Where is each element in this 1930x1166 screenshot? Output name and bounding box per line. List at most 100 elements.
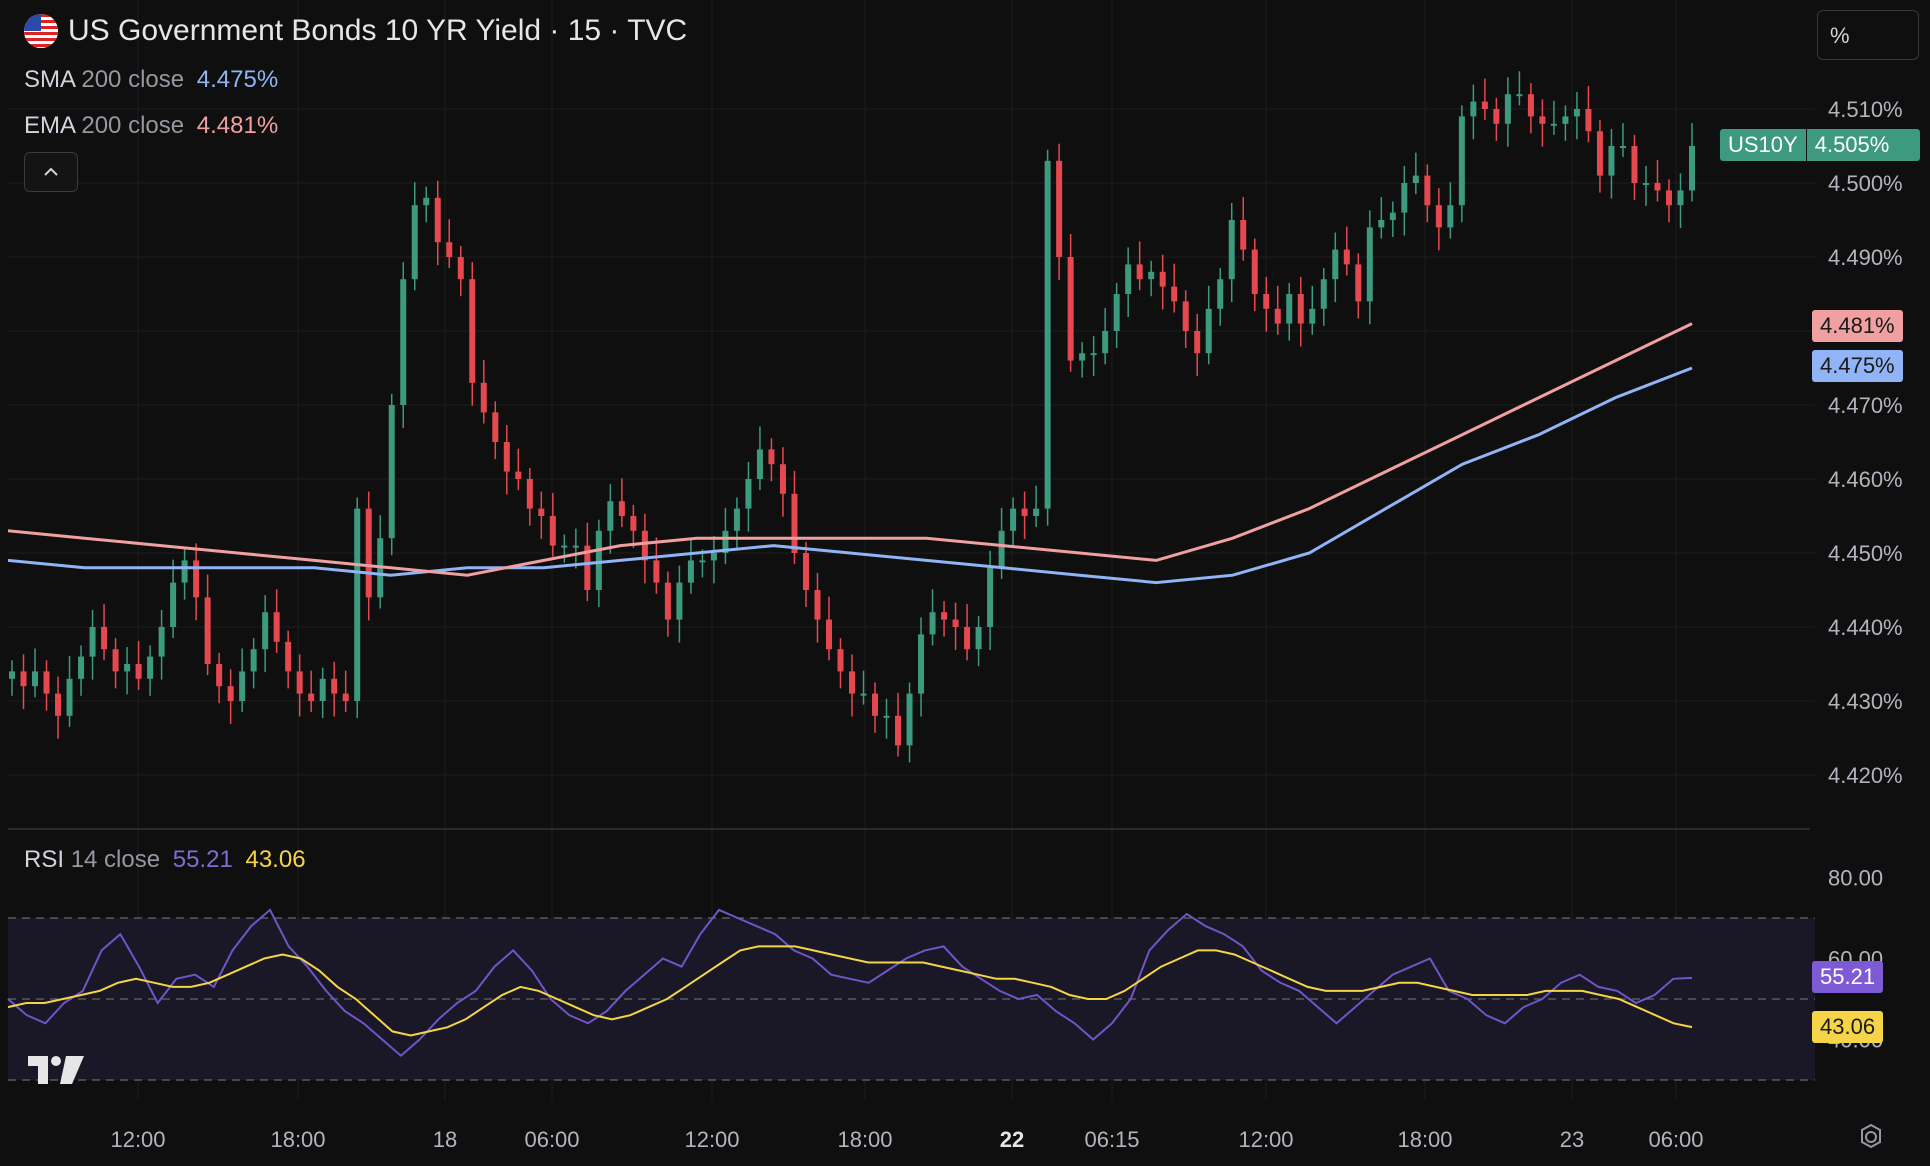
candle-body [262, 612, 269, 650]
candle-body [1470, 101, 1477, 117]
candle-body [549, 516, 556, 546]
candle-body [124, 664, 131, 672]
candle-body [745, 479, 752, 509]
sma-price-tag: 4.475% [1812, 350, 1903, 382]
candle-body [561, 545, 568, 548]
candle-body [676, 582, 683, 620]
candle-body [1562, 116, 1569, 124]
candle-body [158, 627, 165, 657]
rsi-value-tag: 55.21 [1812, 961, 1884, 993]
candle-body [89, 627, 96, 657]
candle-body [630, 516, 637, 531]
sma-legend-value: 4.475% [196, 66, 279, 93]
sma-legend[interactable]: SMA 200 close 4.475% [24, 66, 278, 94]
candle-body [814, 590, 821, 620]
last-price-value: 4.505% [1814, 132, 1890, 157]
time-tick-label: 18:00 [1397, 1127, 1452, 1152]
price-tick-label: 4.420% [1828, 763, 1903, 788]
time-tick-label: 23 [1560, 1127, 1584, 1152]
candle-body [1355, 264, 1362, 302]
rsi-ma-legend-value: 43.06 [245, 846, 306, 873]
candle-body [446, 242, 453, 257]
candle-body [1539, 116, 1546, 124]
candle-body [1516, 94, 1523, 97]
candle-body [756, 449, 763, 479]
rsi-ma-value-tag: 43.06 [1812, 1011, 1884, 1043]
candle-body [400, 279, 407, 405]
unit-label: % [1830, 23, 1850, 48]
ema-legend-value: 4.481% [196, 112, 279, 139]
candle-body [1619, 146, 1626, 148]
candle-body [1642, 183, 1649, 185]
time-tick-label: 18 [433, 1127, 457, 1152]
candle-body [250, 649, 257, 672]
candle-body [802, 553, 809, 590]
rsi-legend-name: RSI [24, 846, 65, 873]
rsi-legend[interactable]: RSI 14 close 55.21 43.06 [24, 846, 306, 874]
collapse-legend-button[interactable] [24, 152, 78, 192]
candle-body [987, 567, 994, 627]
time-tick-label: 06:00 [1648, 1127, 1703, 1152]
candle-body [687, 560, 694, 583]
candle-body [112, 649, 119, 672]
candle-body [1159, 271, 1166, 287]
candle-body [1631, 146, 1638, 183]
last-price-tag[interactable]: US10Y 4.505% [1720, 129, 1920, 161]
candle-body [193, 560, 200, 598]
candle-body [653, 560, 660, 583]
price-tick-label: 4.500% [1828, 171, 1903, 196]
candle-body [526, 479, 533, 509]
candle-body [1608, 146, 1615, 176]
candle-body [1435, 205, 1442, 228]
candle-body [43, 671, 50, 694]
candle-body [308, 693, 315, 701]
candle-body [492, 412, 499, 442]
ema-legend-name: EMA [24, 112, 75, 139]
candle-body [895, 715, 902, 746]
candle-body [239, 671, 246, 701]
candle-body [1343, 249, 1350, 265]
price-tick-label: 4.440% [1828, 615, 1903, 640]
unit-selector[interactable]: % [1817, 10, 1919, 60]
candle-body [1228, 220, 1235, 280]
candle-body [9, 671, 15, 679]
candle-body [849, 671, 855, 694]
candle-body [952, 619, 959, 627]
candle-body [1297, 294, 1304, 324]
candle-body [354, 508, 361, 701]
candle-body [170, 582, 177, 627]
candle-body [1125, 264, 1132, 294]
candle-body [1573, 109, 1580, 117]
candle-body [595, 530, 602, 590]
candle-body [1182, 301, 1189, 331]
candle-body [538, 508, 545, 516]
candle-body [837, 649, 844, 672]
candle-body [941, 612, 948, 620]
candle-body [55, 693, 62, 716]
candle-body [1412, 175, 1419, 183]
candle-body [906, 693, 913, 746]
candle-body [273, 612, 280, 642]
candle-body [664, 582, 671, 620]
candle-body [181, 560, 188, 583]
symbol-title[interactable]: US Government Bonds 10 YR Yield · 15 · T… [24, 14, 687, 48]
candle-body [32, 671, 39, 687]
candle-body [860, 693, 867, 696]
time-tick-label: 12:00 [684, 1127, 739, 1152]
candle-body [285, 641, 292, 672]
settings-gear-icon[interactable] [1856, 1122, 1886, 1152]
candle-body [975, 627, 982, 650]
candle-body [457, 257, 464, 280]
chart-canvas[interactable]: 4.510%4.500%4.490%4.480%4.470%4.460%4.45… [0, 0, 1930, 1166]
tradingview-logo-icon[interactable] [26, 1052, 88, 1088]
candle-body [883, 715, 890, 718]
rsi-band [8, 917, 1815, 1081]
candle-body [791, 493, 798, 553]
rsi-legend-params: 14 close [70, 846, 161, 873]
candle-body [1251, 249, 1258, 294]
ema-legend[interactable]: EMA 200 close 4.481% [24, 112, 278, 140]
candle-body [1378, 220, 1385, 228]
time-tick-label: 18:00 [837, 1127, 892, 1152]
time-tick-label: 06:00 [524, 1127, 579, 1152]
candle-body [1033, 508, 1040, 516]
